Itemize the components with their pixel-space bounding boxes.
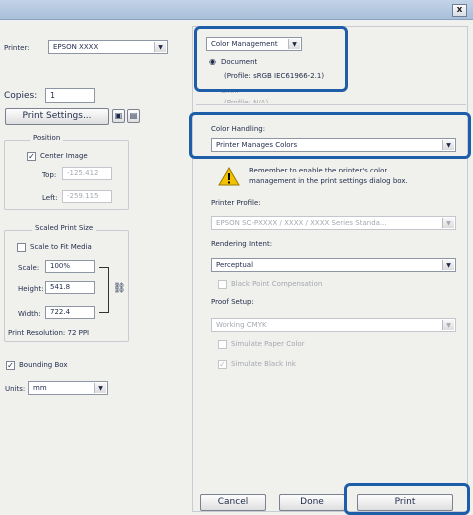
scaled-print-size-header: Scaled Print Size xyxy=(32,224,97,232)
cancel-button[interactable]: Cancel xyxy=(200,494,266,511)
orientation-portrait-icon[interactable]: ▣ xyxy=(112,109,125,123)
units-value: mm xyxy=(33,384,47,392)
units-select[interactable]: mm ▼ xyxy=(28,381,108,395)
position-header: Position xyxy=(30,134,64,142)
proof-profile: (Profile: N/A) xyxy=(224,99,269,103)
chevron-down-icon: ▼ xyxy=(442,218,454,228)
print-resolution: Print Resolution: 72 PPI xyxy=(8,329,90,337)
rendering-intent-select[interactable]: Perceptual ▼ xyxy=(211,258,456,272)
rendering-intent-value: Perceptual xyxy=(216,261,254,269)
simulate-black-ink-checkbox[interactable]: ✓ xyxy=(218,360,227,369)
printer-select[interactable]: EPSON XXXX ▼ xyxy=(48,40,168,54)
black-point-compensation-checkbox[interactable] xyxy=(218,280,227,289)
simulate-paper-color-label: Simulate Paper Color xyxy=(231,340,305,348)
black-point-compensation-label: Black Point Compensation xyxy=(231,280,323,288)
divider xyxy=(196,104,466,105)
scale-label: Scale: xyxy=(18,264,40,272)
warning-line-2: management in the print settings dialog … xyxy=(249,177,408,185)
chain-link-icon[interactable]: ⛓ xyxy=(113,283,126,294)
print-button[interactable]: Print xyxy=(357,494,453,511)
copies-label: Copies: xyxy=(4,91,38,101)
bounding-box-checkbox[interactable]: ✓ xyxy=(6,361,15,370)
top-label: Top: xyxy=(42,171,57,179)
simulate-paper-color-checkbox[interactable] xyxy=(218,340,227,349)
color-handling-value: Printer Manages Colors xyxy=(216,141,298,149)
simulate-black-ink-label: Simulate Black Ink xyxy=(231,360,296,368)
orientation-landscape-icon[interactable]: ▤ xyxy=(127,109,140,123)
print-settings-button[interactable]: Print Settings... xyxy=(5,108,109,125)
scale-to-fit-label: Scale to Fit Media xyxy=(30,243,92,251)
chevron-down-icon: ▼ xyxy=(442,260,454,270)
printer-profile-value: EPSON SC-PXXXX / XXXX / XXXX Series Stan… xyxy=(216,219,387,227)
scale-input[interactable]: 100% xyxy=(45,260,95,273)
color-management-select[interactable]: Color Management ▼ xyxy=(206,37,302,51)
top-input[interactable]: -125.412 xyxy=(62,167,112,180)
proof-setup-label: Proof Setup: xyxy=(211,298,254,306)
rendering-intent-label: Rendering Intent: xyxy=(211,240,273,248)
printer-profile-label: Printer Profile: xyxy=(211,199,261,207)
document-profile: (Profile: sRGB IEC61966-2.1) xyxy=(224,72,325,80)
height-label: Height: xyxy=(18,285,44,293)
printer-profile-select[interactable]: EPSON SC-PXXXX / XXXX / XXXX Series Stan… xyxy=(211,216,456,230)
printer-label: Printer: xyxy=(4,44,30,52)
link-bracket xyxy=(99,267,109,313)
units-label: Units: xyxy=(5,385,26,393)
chevron-down-icon: ▼ xyxy=(94,383,106,393)
copies-input[interactable]: 1 xyxy=(45,88,95,103)
warning-icon xyxy=(218,167,240,186)
left-label: Left: xyxy=(42,194,58,202)
width-label: Width: xyxy=(18,310,41,318)
color-management-value: Color Management xyxy=(211,40,278,48)
chevron-down-icon: ▼ xyxy=(154,42,166,52)
document-radio-label: Document xyxy=(221,58,258,66)
done-button[interactable]: Done xyxy=(279,494,345,511)
height-input[interactable]: 541.8 xyxy=(45,281,95,294)
color-handling-select[interactable]: Printer Manages Colors ▼ xyxy=(211,138,456,152)
proof-radio-label[interactable]: Proof xyxy=(221,89,239,93)
bounding-box-label: Bounding Box xyxy=(19,361,68,369)
center-image-checkbox[interactable]: ✓ xyxy=(27,152,36,161)
printer-value: EPSON XXXX xyxy=(53,43,99,51)
title-bar: x xyxy=(0,0,473,20)
left-input[interactable]: -259.115 xyxy=(62,190,112,203)
chevron-down-icon: ▼ xyxy=(442,140,454,150)
print-dialog: x Printer: EPSON XXXX ▼ Copies: 1 Print … xyxy=(0,0,473,515)
scale-to-fit-checkbox[interactable] xyxy=(17,243,26,252)
radio-selected-icon[interactable]: ◉ xyxy=(209,57,216,66)
close-icon[interactable]: x xyxy=(452,4,467,17)
proof-setup-select[interactable]: Working CMYK ▼ xyxy=(211,318,456,332)
chevron-down-icon: ▼ xyxy=(442,320,454,330)
chevron-down-icon: ▼ xyxy=(288,39,300,49)
color-handling-label: Color Handling: xyxy=(211,125,266,133)
proof-setup-value: Working CMYK xyxy=(216,321,267,329)
width-input[interactable]: 722.4 xyxy=(45,306,95,319)
warning-line-1: Remember to enable the printer's color xyxy=(249,167,388,172)
center-image-label: Center Image xyxy=(40,152,88,160)
